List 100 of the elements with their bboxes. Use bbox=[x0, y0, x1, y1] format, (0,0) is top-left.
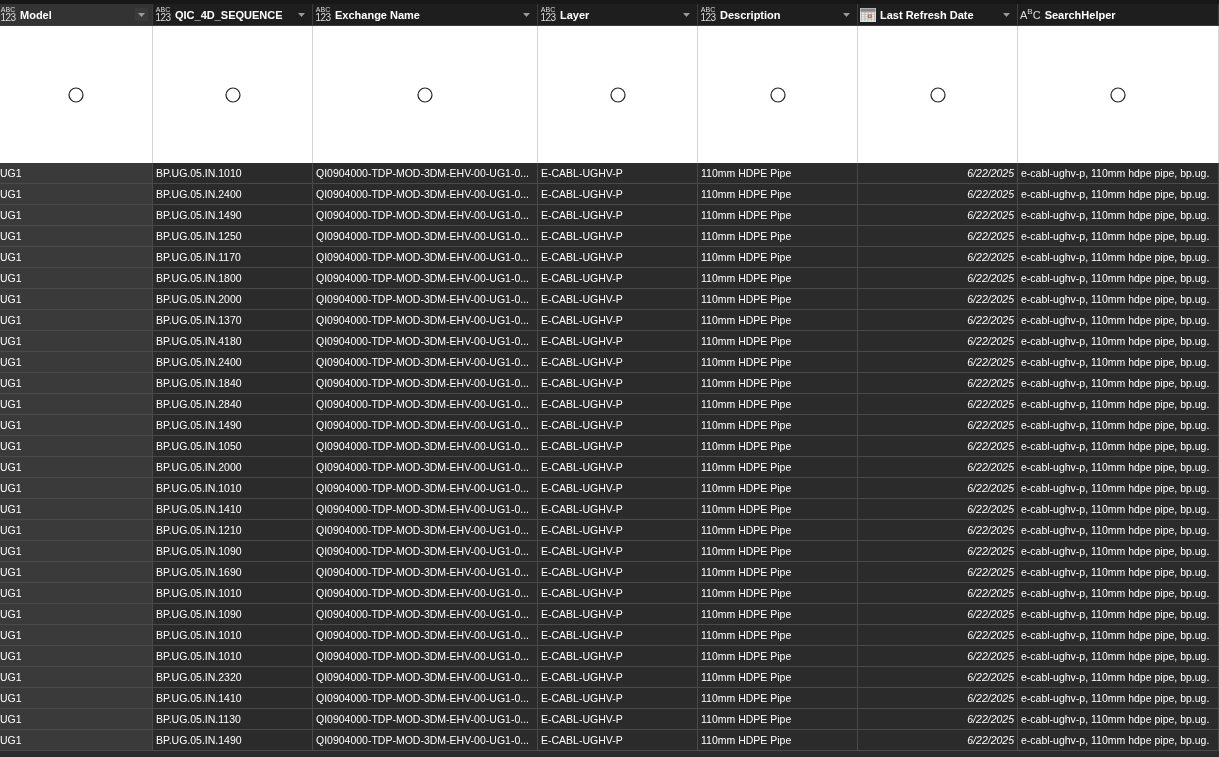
table-cell: e-cabl-ughv-p, 110mm hdpe pipe, bp.ug. bbox=[1018, 310, 1219, 331]
filter-dropdown-button[interactable] bbox=[135, 8, 148, 21]
table-cell: 6/22/2025 bbox=[858, 226, 1018, 247]
table-cell: 110mm HDPE Pipe bbox=[698, 184, 858, 205]
table-cell: 6/22/2025 bbox=[858, 625, 1018, 646]
table-cell: UG1 bbox=[0, 457, 153, 478]
table-cell: QI0904000-TDP-MOD-3DM-EHV-00-UG1-0... bbox=[313, 247, 538, 268]
column-header[interactable]: Last Refresh Date bbox=[858, 4, 1018, 26]
table-cell: e-cabl-ughv-p, 110mm hdpe pipe, bp.ug. bbox=[1018, 625, 1219, 646]
column-header[interactable]: A$^{B}$C SearchHelper bbox=[1018, 4, 1219, 26]
table-cell: e-cabl-ughv-p, 110mm hdpe pipe, bp.ug. bbox=[1018, 373, 1219, 394]
table-cell: E-CABL-UGHV-P bbox=[538, 625, 698, 646]
empty-circle-icon bbox=[1110, 86, 1126, 103]
table-cell: BP.UG.05.IN.1490 bbox=[153, 205, 313, 226]
table-cell: E-CABL-UGHV-P bbox=[538, 394, 698, 415]
table-cell: 110mm HDPE Pipe bbox=[698, 373, 858, 394]
table-cell: UG1 bbox=[0, 415, 153, 436]
table-cell: UG1 bbox=[0, 331, 153, 352]
table-cell: e-cabl-ughv-p, 110mm hdpe pipe, bp.ug. bbox=[1018, 247, 1219, 268]
table-cell: BP.UG.05.IN.1370 bbox=[153, 310, 313, 331]
table-cell: UG1 bbox=[0, 352, 153, 373]
table-cell: QI0904000-TDP-MOD-3DM-EHV-00-UG1-0... bbox=[313, 646, 538, 667]
table-cell: BP.UG.05.IN.1410 bbox=[153, 499, 313, 520]
empty-circle-icon bbox=[417, 86, 433, 103]
table-cell: 110mm HDPE Pipe bbox=[698, 289, 858, 310]
table-cell: 6/22/2025 bbox=[858, 646, 1018, 667]
table-cell: e-cabl-ughv-p, 110mm hdpe pipe, bp.ug. bbox=[1018, 331, 1219, 352]
table-cell: e-cabl-ughv-p, 110mm hdpe pipe, bp.ug. bbox=[1018, 562, 1219, 583]
table-cell: QI0904000-TDP-MOD-3DM-EHV-00-UG1-0... bbox=[313, 520, 538, 541]
table-cell: 110mm HDPE Pipe bbox=[698, 268, 858, 289]
table-cell: UG1 bbox=[0, 520, 153, 541]
table-cell: UG1 bbox=[0, 310, 153, 331]
table-cell: UG1 bbox=[0, 541, 153, 562]
table-cell: 110mm HDPE Pipe bbox=[698, 583, 858, 604]
table-cell: e-cabl-ughv-p, 110mm hdpe pipe, bp.ug. bbox=[1018, 499, 1219, 520]
table-cell: E-CABL-UGHV-P bbox=[538, 688, 698, 709]
table-cell: 110mm HDPE Pipe bbox=[698, 646, 858, 667]
table-cell: QI0904000-TDP-MOD-3DM-EHV-00-UG1-0... bbox=[313, 562, 538, 583]
empty-circle-icon bbox=[68, 86, 84, 103]
table-cell: BP.UG.05.IN.1010 bbox=[153, 163, 313, 184]
table-cell: QI0904000-TDP-MOD-3DM-EHV-00-UG1-0... bbox=[313, 394, 538, 415]
table-cell: BP.UG.05.IN.1010 bbox=[153, 625, 313, 646]
table-cell: QI0904000-TDP-MOD-3DM-EHV-00-UG1-0... bbox=[313, 310, 538, 331]
table-cell: 6/22/2025 bbox=[858, 247, 1018, 268]
table-cell: BP.UG.05.IN.2320 bbox=[153, 667, 313, 688]
table-cell: BP.UG.05.IN.1250 bbox=[153, 226, 313, 247]
table-cell: UG1 bbox=[0, 583, 153, 604]
table-cell: e-cabl-ughv-p, 110mm hdpe pipe, bp.ug. bbox=[1018, 163, 1219, 184]
table-cell: 110mm HDPE Pipe bbox=[698, 415, 858, 436]
table-cell: e-cabl-ughv-p, 110mm hdpe pipe, bp.ug. bbox=[1018, 709, 1219, 730]
table-cell: QI0904000-TDP-MOD-3DM-EHV-00-UG1-0... bbox=[313, 226, 538, 247]
table-cell: e-cabl-ughv-p, 110mm hdpe pipe, bp.ug. bbox=[1018, 289, 1219, 310]
table-cell: E-CABL-UGHV-P bbox=[538, 331, 698, 352]
table-cell: e-cabl-ughv-p, 110mm hdpe pipe, bp.ug. bbox=[1018, 436, 1219, 457]
table-cell: E-CABL-UGHV-P bbox=[538, 499, 698, 520]
table-cell: BP.UG.05.IN.2000 bbox=[153, 457, 313, 478]
table-cell: BP.UG.05.IN.1210 bbox=[153, 520, 313, 541]
table-cell: QI0904000-TDP-MOD-3DM-EHV-00-UG1-0... bbox=[313, 583, 538, 604]
table-cell: 110mm HDPE Pipe bbox=[698, 688, 858, 709]
table-cell: BP.UG.05.IN.2400 bbox=[153, 352, 313, 373]
table-cell: BP.UG.05.IN.1800 bbox=[153, 268, 313, 289]
table-cell: UG1 bbox=[0, 667, 153, 688]
table-cell: e-cabl-ughv-p, 110mm hdpe pipe, bp.ug. bbox=[1018, 205, 1219, 226]
table-cell: QI0904000-TDP-MOD-3DM-EHV-00-UG1-0... bbox=[313, 499, 538, 520]
table-cell: 110mm HDPE Pipe bbox=[698, 436, 858, 457]
table-cell: UG1 bbox=[0, 562, 153, 583]
table-cell: E-CABL-UGHV-P bbox=[538, 247, 698, 268]
table-cell: 6/22/2025 bbox=[858, 331, 1018, 352]
table-cell: 110mm HDPE Pipe bbox=[698, 562, 858, 583]
table-cell: 6/22/2025 bbox=[858, 184, 1018, 205]
table-cell: 6/22/2025 bbox=[858, 163, 1018, 184]
table-cell: BP.UG.05.IN.1490 bbox=[153, 415, 313, 436]
table-cell: E-CABL-UGHV-P bbox=[538, 478, 698, 499]
table-cell: UG1 bbox=[0, 247, 153, 268]
caret-icon bbox=[523, 12, 530, 17]
table-cell: E-CABL-UGHV-P bbox=[538, 184, 698, 205]
table-cell: QI0904000-TDP-MOD-3DM-EHV-00-UG1-0... bbox=[313, 604, 538, 625]
table-cell: BP.UG.05.IN.1690 bbox=[153, 562, 313, 583]
table-cell: E-CABL-UGHV-P bbox=[538, 310, 698, 331]
table-cell: E-CABL-UGHV-P bbox=[538, 163, 698, 184]
table-cell: 110mm HDPE Pipe bbox=[698, 163, 858, 184]
table-cell: e-cabl-ughv-p, 110mm hdpe pipe, bp.ug. bbox=[1018, 688, 1219, 709]
table-cell: BP.UG.05.IN.1490 bbox=[153, 730, 313, 751]
table-cell: e-cabl-ughv-p, 110mm hdpe pipe, bp.ug. bbox=[1018, 583, 1219, 604]
table-cell: E-CABL-UGHV-P bbox=[538, 646, 698, 667]
table-cell: QI0904000-TDP-MOD-3DM-EHV-00-UG1-0... bbox=[313, 541, 538, 562]
table-cell: E-CABL-UGHV-P bbox=[538, 604, 698, 625]
table-cell: 6/22/2025 bbox=[858, 604, 1018, 625]
empty-circle-icon bbox=[609, 86, 626, 103]
table-cell: E-CABL-UGHV-P bbox=[538, 730, 698, 751]
table-cell: 6/22/2025 bbox=[858, 478, 1018, 499]
table-cell: 6/22/2025 bbox=[858, 562, 1018, 583]
table-cell: e-cabl-ughv-p, 110mm hdpe pipe, bp.ug. bbox=[1018, 268, 1219, 289]
table-cell: QI0904000-TDP-MOD-3DM-EHV-00-UG1-0... bbox=[313, 688, 538, 709]
table-cell: UG1 bbox=[0, 625, 153, 646]
table-cell: 110mm HDPE Pipe bbox=[698, 625, 858, 646]
table-cell: e-cabl-ughv-p, 110mm hdpe pipe, bp.ug. bbox=[1018, 394, 1219, 415]
table-cell: 6/22/2025 bbox=[858, 667, 1018, 688]
table-cell: e-cabl-ughv-p, 110mm hdpe pipe, bp.ug. bbox=[1018, 646, 1219, 667]
table-cell: 6/22/2025 bbox=[858, 457, 1018, 478]
